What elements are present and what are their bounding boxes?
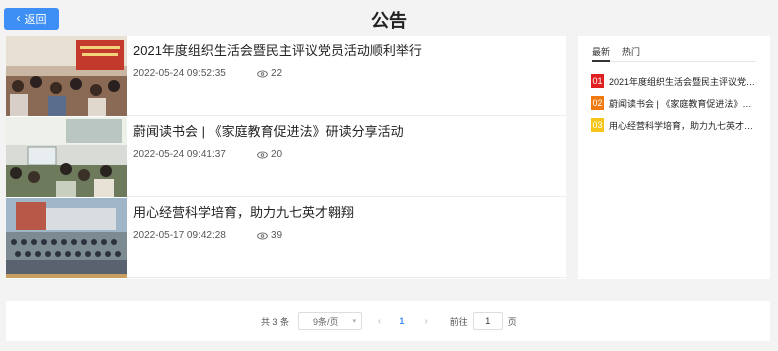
article-date: 2022-05-17 09:42:28 [133,230,226,241]
article-title[interactable]: 蔚闻读书会 | 《家庭教育促进法》研读分享活动 [133,123,404,141]
prev-page-button[interactable]: ‹ [378,316,381,327]
goto-page-input[interactable] [472,312,503,330]
article-date: 2022-05-24 09:52:35 [133,68,226,79]
view-count-value: 39 [271,230,283,241]
article-item[interactable]: 蔚闻读书会 | 《家庭教育促进法》研读分享活动 2022-05-24 09:41… [6,117,566,197]
goto-label: 前往 [449,316,468,327]
pagination: 共 3 条 9条/页 ▾ ‹ 1 › 前往 页 [261,312,517,330]
sidebar-list-item[interactable]: 03 用心经营科学培育，助力九七英才翱翔 [591,118,756,132]
article-thumbnail [6,36,127,116]
view-count-value: 22 [271,68,283,79]
chevron-down-icon: ▾ [352,318,357,325]
article-thumbnail [6,198,127,278]
pagination-panel: 共 3 条 9条/页 ▾ ‹ 1 › 前往 页 [6,301,770,341]
chevron-left-icon: ‹ [16,11,21,25]
goto-suffix: 页 [507,316,517,327]
back-button[interactable]: ‹ 返回 [4,8,59,30]
eye-icon [257,232,268,239]
sidebar-tabs: 最新 热门 [592,44,756,62]
article-title[interactable]: 2021年度组织生活会暨民主评议党员活动顺利举行 [133,42,422,60]
view-count: 20 [257,149,282,160]
view-count-value: 20 [271,149,283,160]
sidebar-list-item[interactable]: 02 蔚闻读书会 | 《家庭教育促进法》研读分享活动 [591,96,756,110]
back-label: 返回 [24,14,47,26]
total-count: 共 3 条 [261,316,290,327]
view-count: 39 [257,230,282,241]
rank-badge: 02 [591,96,604,110]
tab-popular[interactable]: 热门 [622,44,640,61]
view-count: 22 [257,68,282,79]
page-size-select[interactable]: 9条/页 ▾ [298,312,363,330]
page-number-1[interactable]: 1 [399,316,404,326]
sidebar: 最新 热门 01 2021年度组织生活会暨民主评议党员活动顺利举行 02 蔚闻读… [578,36,770,279]
next-page-button[interactable]: › [424,316,427,327]
sidebar-item-text: 蔚闻读书会 | 《家庭教育促进法》研读分享活动 [609,98,756,109]
page-title: 公告 [371,11,407,31]
article-item[interactable]: 用心经营科学培育，助力九七英才翱翔 2022-05-17 09:42:28 39 [6,198,566,278]
eye-icon [257,151,268,158]
article-date: 2022-05-24 09:41:37 [133,149,226,160]
article-thumbnail [6,117,127,197]
eye-icon [257,70,268,77]
tab-latest[interactable]: 最新 [592,44,611,62]
sidebar-item-text: 2021年度组织生活会暨民主评议党员活动顺利举行 [609,76,756,87]
article-list: 2021年度组织生活会暨民主评议党员活动顺利举行 2022-05-24 09:5… [6,36,566,279]
sidebar-list-item[interactable]: 01 2021年度组织生活会暨民主评议党员活动顺利举行 [591,74,756,88]
article-item[interactable]: 2021年度组织生活会暨民主评议党员活动顺利举行 2022-05-24 09:5… [6,36,566,116]
sidebar-item-text: 用心经营科学培育，助力九七英才翱翔 [609,120,756,131]
page-size-value: 9条/页 [313,316,339,327]
article-title[interactable]: 用心经营科学培育，助力九七英才翱翔 [133,204,354,222]
rank-badge: 03 [591,118,604,132]
rank-badge: 01 [591,74,604,88]
